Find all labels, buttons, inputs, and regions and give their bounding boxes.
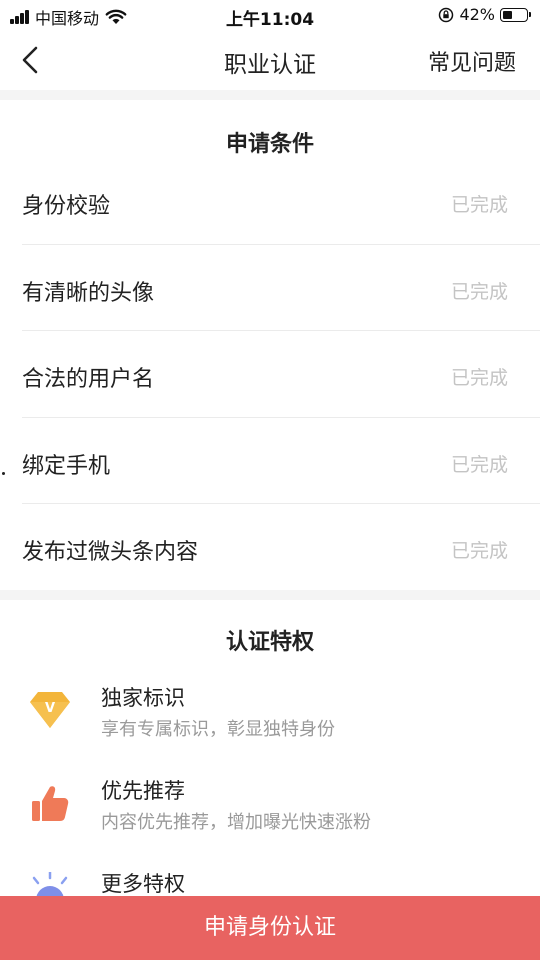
screen: 中国移动 上午11:04 42% 职业认证 常见问题 申请条件 身份校验 已完成…	[0, 0, 540, 960]
condition-status: 已完成	[450, 453, 508, 476]
diamond-v-icon: V	[30, 692, 70, 728]
nav-bar: 职业认证 常见问题	[0, 30, 540, 90]
rotation-lock-icon	[439, 7, 454, 22]
condition-label: 绑定手机	[22, 453, 111, 479]
battery-icon	[500, 7, 531, 22]
condition-row: 合法的用户名 已完成	[0, 331, 540, 418]
thumbs-up-icon	[32, 786, 69, 821]
condition-row: 身份校验 已完成	[0, 158, 540, 245]
privilege-title: 独家标识	[101, 686, 185, 710]
condition-status: 已完成	[450, 540, 508, 562]
condition-status: 已完成	[450, 280, 508, 303]
privileges-title: 认证特权	[225, 630, 314, 655]
condition-row: 有清晰的头像 已完成	[0, 245, 540, 331]
conditions-list: 身份校验 已完成 有清晰的头像 已完成 合法的用户名 已完成 绑定手机 已完成 …	[0, 158, 540, 591]
condition-row: 发布过微头条内容 已完成	[0, 504, 540, 591]
status-bar: 中国移动 上午11:04 42%	[0, 0, 540, 30]
condition-label: 身份校验	[22, 194, 111, 219]
privilege-desc: 内容优先推荐，增加曝光快速涨粉	[101, 812, 371, 833]
condition-status: 已完成	[450, 367, 508, 389]
privilege-item: 优先推荐 内容优先推荐，增加曝光快速涨粉	[0, 773, 540, 866]
condition-label: 有清晰的头像	[22, 280, 155, 306]
stray-dot	[2, 472, 5, 475]
condition-label: 合法的用户名	[22, 367, 155, 392]
battery-fill	[503, 10, 512, 19]
svg-text:V: V	[45, 701, 55, 716]
section-gap-middle	[0, 590, 540, 600]
faq-link[interactable]: 常见问题	[428, 45, 516, 77]
privilege-title: 优先推荐	[101, 779, 185, 803]
privilege-item: V 独家标识 享有专属标识，彰显独特身份	[0, 680, 540, 773]
section-gap-top	[0, 90, 540, 100]
status-right: 42%	[438, 5, 531, 24]
conditions-title: 申请条件	[225, 132, 314, 157]
battery-percent: 42%	[459, 5, 495, 24]
condition-row: 绑定手机 已完成	[0, 418, 540, 504]
apply-certification-button[interactable]: 申请身份认证	[0, 896, 540, 960]
privilege-title: 更多特权	[101, 872, 185, 896]
privilege-desc: 享有专属标识，彰显独特身份	[101, 719, 335, 740]
condition-label: 发布过微头条内容	[22, 540, 199, 565]
condition-status: 已完成	[450, 194, 508, 216]
